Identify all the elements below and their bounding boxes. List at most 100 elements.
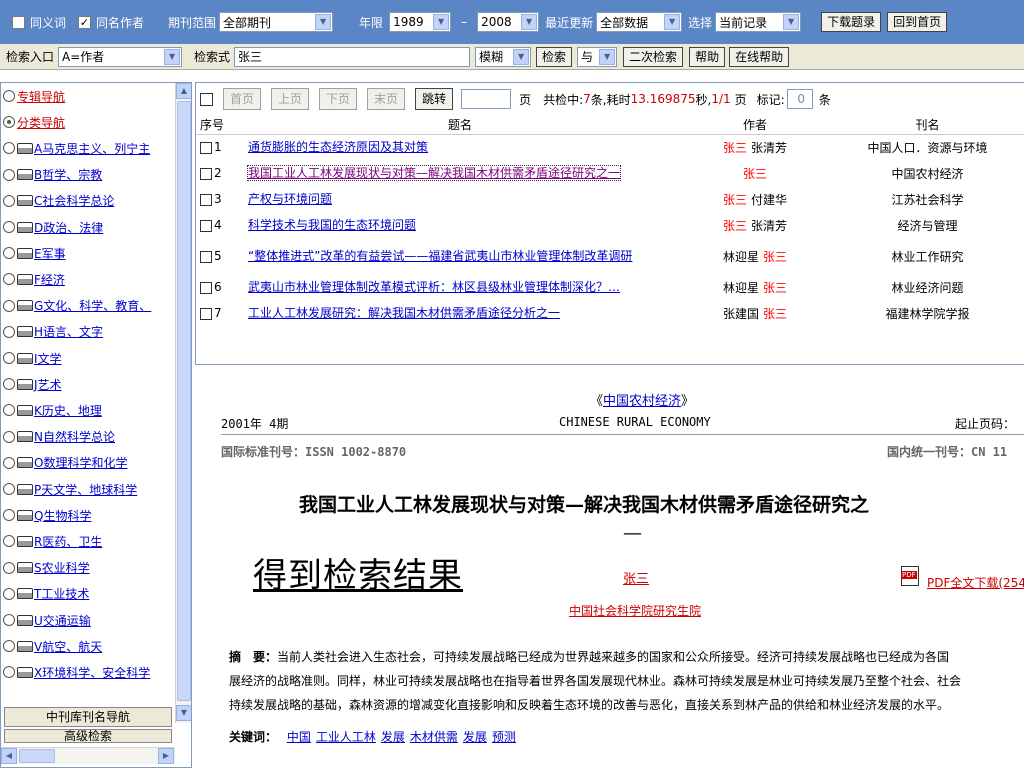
keyword-link[interactable]: 中国 — [287, 730, 311, 744]
update-select[interactable]: 全部数据 ▼ — [596, 12, 683, 32]
tree-item[interactable]: T工业技术 — [3, 583, 89, 605]
scroll-thumb[interactable] — [19, 749, 55, 763]
radio-button[interactable] — [3, 666, 15, 679]
row-checkbox[interactable] — [200, 167, 212, 180]
chevron-down-icon[interactable]: ▼ — [513, 48, 530, 65]
last-page-button[interactable]: 末页 — [367, 88, 406, 110]
chevron-down-icon[interactable]: ▼ — [164, 48, 181, 65]
tree-item[interactable]: E军事 — [3, 242, 66, 264]
scroll-down-icon[interactable]: ▼ — [176, 705, 191, 721]
tree-item[interactable]: V航空、航天 — [3, 635, 102, 657]
tree-item[interactable]: P天文学、地球科学 — [3, 478, 137, 500]
search-expr-input[interactable]: 张三 — [234, 46, 471, 67]
tree-item[interactable]: C社会科学总论 — [3, 190, 114, 212]
journal-link[interactable]: 中国农村经济 — [603, 394, 681, 409]
radio-button[interactable] — [3, 352, 15, 364]
keyword-link[interactable]: 发展 — [381, 730, 405, 744]
radio-button[interactable] — [3, 587, 15, 600]
radio-button[interactable] — [3, 430, 15, 443]
article-title-link[interactable]: 通货膨胀的生态经济原因及其对策 — [248, 140, 428, 154]
tree-vertical-scrollbar[interactable]: ▲ ▼ — [175, 83, 191, 723]
tree-item-label[interactable]: R医药、卫生 — [34, 533, 102, 550]
online-help-button[interactable]: 在线帮助 — [729, 46, 790, 67]
keyword-link[interactable]: 木材供需 — [410, 730, 458, 744]
tree-item[interactable]: 分类导航 — [3, 111, 65, 133]
tree-item[interactable]: R医药、卫生 — [3, 530, 102, 552]
tree-item[interactable]: F经济 — [3, 268, 65, 290]
year-to-select[interactable]: 2008 ▼ — [477, 12, 540, 32]
chevron-down-icon[interactable]: ▼ — [783, 14, 800, 30]
tree-item[interactable]: O数理科学和化学 — [3, 452, 127, 474]
same-author-checkbox[interactable]: ✓ — [78, 15, 92, 29]
tree-item[interactable]: X环境科学、安全科学 — [3, 661, 150, 683]
tree-item-label[interactable]: F经济 — [34, 271, 65, 288]
radio-button[interactable] — [3, 561, 15, 574]
tree-item[interactable]: Q生物科学 — [3, 504, 91, 526]
tree-item-label[interactable]: V航空、航天 — [34, 638, 102, 655]
tree-item[interactable]: I文学 — [3, 347, 62, 369]
advanced-search-button[interactable]: 高级检索 — [4, 729, 172, 743]
tree-item-label[interactable]: X环境科学、安全科学 — [34, 664, 150, 681]
secondary-search-button[interactable]: 二次检索 — [623, 46, 684, 67]
radio-button[interactable] — [3, 247, 15, 260]
tree-item[interactable]: K历史、地理 — [3, 399, 102, 421]
radio-button[interactable] — [3, 404, 15, 417]
tree-item-label[interactable]: B哲学、宗教 — [34, 166, 102, 183]
tree-item[interactable]: A马克思主义、列宁主 — [3, 137, 150, 159]
article-title-link[interactable]: “整体推进式”改革的有益尝试——福建省武夷山市林业管理体制改革调研 — [248, 249, 632, 263]
radio-button[interactable] — [3, 194, 15, 207]
row-checkbox[interactable] — [200, 307, 212, 320]
tree-item-label[interactable]: J艺术 — [34, 376, 62, 393]
tree-item-label[interactable]: O数理科学和化学 — [34, 454, 127, 471]
tree-item-label[interactable]: P天文学、地球科学 — [34, 481, 137, 498]
radio-button[interactable] — [3, 640, 15, 653]
back-home-button[interactable]: 回到首页 — [887, 12, 948, 32]
radio-button[interactable] — [3, 299, 15, 312]
tree-horizontal-scrollbar[interactable]: ◀ ▶ — [1, 747, 175, 764]
keyword-link[interactable]: 工业人工林 — [316, 730, 376, 744]
scroll-left-icon[interactable]: ◀ — [1, 748, 17, 764]
tree-item[interactable]: U交通运输 — [3, 609, 91, 631]
chevron-down-icon[interactable]: ▼ — [433, 14, 450, 30]
radio-button[interactable] — [3, 168, 15, 181]
row-checkbox[interactable] — [200, 141, 212, 154]
tree-item[interactable]: D政治、法律 — [3, 216, 103, 238]
radio-button[interactable] — [3, 325, 15, 338]
radio-button[interactable] — [3, 273, 15, 286]
tree-item-label[interactable]: A马克思主义、列宁主 — [34, 140, 150, 157]
tree-item-label[interactable]: T工业技术 — [34, 585, 89, 602]
pdf-icon[interactable] — [901, 566, 919, 586]
radio-button[interactable] — [3, 90, 15, 102]
journal-range-select[interactable]: 全部期刊 ▼ — [219, 12, 334, 32]
keyword-link[interactable]: 预测 — [492, 730, 516, 744]
radio-button[interactable] — [3, 378, 15, 391]
tree-item[interactable]: S农业科学 — [3, 557, 90, 579]
radio-button[interactable] — [3, 509, 15, 522]
tree-item-label[interactable]: D政治、法律 — [34, 219, 103, 236]
article-title-link[interactable]: 工业人工林发展研究：解决我国木材供需矛盾途径分析之一 — [248, 306, 560, 320]
scroll-right-icon[interactable]: ▶ — [158, 748, 174, 764]
logic-select[interactable]: 与 ▼ — [577, 46, 618, 67]
article-title-link[interactable]: 产权与环境问题 — [248, 192, 332, 206]
author-link[interactable]: 张三 — [623, 568, 649, 587]
synonym-checkbox[interactable] — [12, 15, 25, 29]
radio-button[interactable] — [3, 142, 15, 155]
download-records-button[interactable]: 下载题录 — [821, 12, 882, 32]
prev-page-button[interactable]: 上页 — [271, 88, 310, 110]
search-entry-select[interactable]: A=作者 ▼ — [58, 46, 183, 67]
tree-item-label[interactable]: H语言、文字 — [34, 323, 103, 340]
institution-link[interactable]: 中国社会科学院研究生院 — [569, 602, 701, 619]
radio-button[interactable] — [3, 116, 15, 129]
tree-item-label[interactable]: E军事 — [34, 245, 66, 262]
tree-item-label[interactable]: G文化、科学、教育、 — [34, 297, 151, 314]
radio-button[interactable] — [3, 483, 15, 495]
tree-item[interactable]: G文化、科学、教育、 — [3, 295, 151, 317]
tree-item[interactable]: N自然科学总论 — [3, 426, 115, 448]
year-from-select[interactable]: 1989 ▼ — [389, 12, 452, 32]
search-button[interactable]: 检索 — [536, 46, 573, 67]
tree-item[interactable]: 专辑导航 — [3, 85, 65, 107]
keyword-link[interactable]: 发展 — [463, 730, 487, 744]
next-page-button[interactable]: 下页 — [319, 88, 358, 110]
article-title-link[interactable]: 科学技术与我国的生态环境问题 — [248, 218, 416, 232]
radio-button[interactable] — [3, 535, 15, 548]
